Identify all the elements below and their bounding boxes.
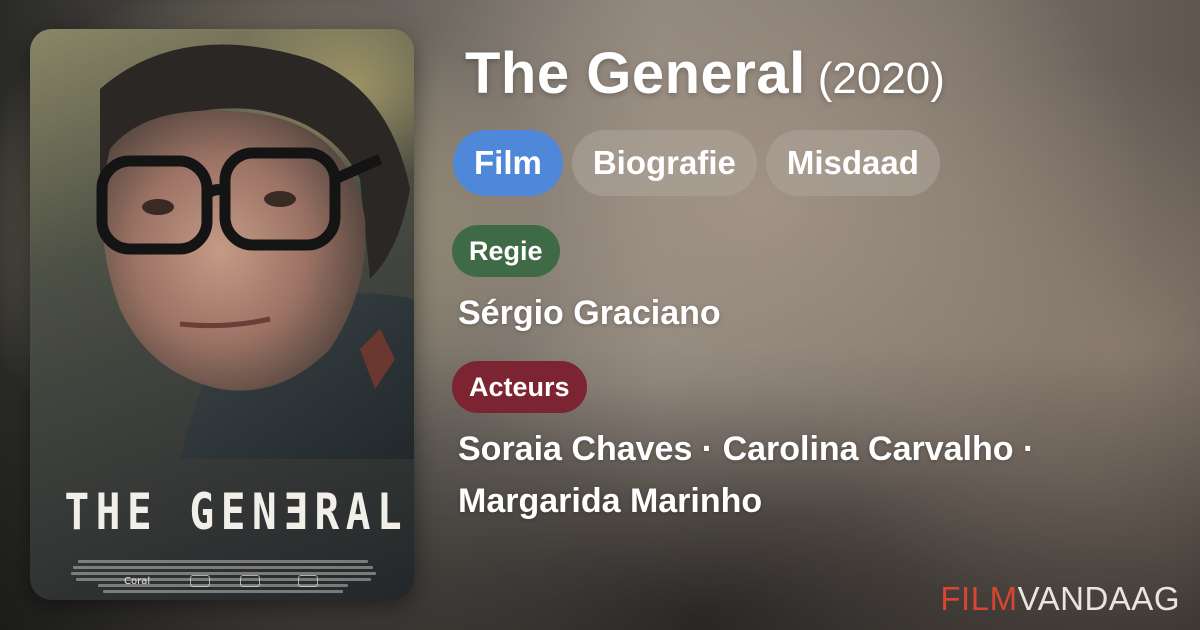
genre-tag-film[interactable]: Film (453, 130, 563, 196)
poster-credits-block (68, 557, 378, 593)
movie-poster[interactable]: THE GENƎRAL Coral (30, 29, 414, 600)
poster-partner-logo (298, 575, 318, 587)
poster-title-text: THE GENƎRAL (64, 483, 409, 541)
movie-year: (2020) (817, 54, 945, 103)
movie-heading: The General (2020) (465, 40, 945, 107)
poster-portrait-image (96, 44, 414, 459)
cast-list: Soraia Chaves · Carolina Carvalho · Marg… (458, 423, 1158, 527)
filmvandaag-logo[interactable]: FILMVANDAAG (940, 580, 1180, 618)
genre-tag-misdaad[interactable]: Misdaad (765, 130, 940, 196)
movie-title: The General (465, 41, 806, 106)
cast-label: Acteurs (452, 361, 587, 413)
director-label: Regie (452, 225, 560, 277)
poster-partner-logo (190, 575, 210, 587)
cast-line-2[interactable]: Margarida Marinho (458, 475, 1158, 527)
cast-line-1[interactable]: Soraia Chaves · Carolina Carvalho · (458, 423, 1158, 475)
genre-tag-biografie[interactable]: Biografie (571, 130, 757, 196)
poster-studio-logo: Coral (124, 576, 151, 587)
brand-film-text: FILM (940, 580, 1018, 617)
poster-partner-logo (240, 575, 260, 587)
brand-vandaag-text: VANDAAG (1017, 580, 1180, 617)
director-name[interactable]: Sérgio Graciano (458, 287, 721, 339)
genre-tags: Film Biografie Misdaad (453, 130, 940, 196)
